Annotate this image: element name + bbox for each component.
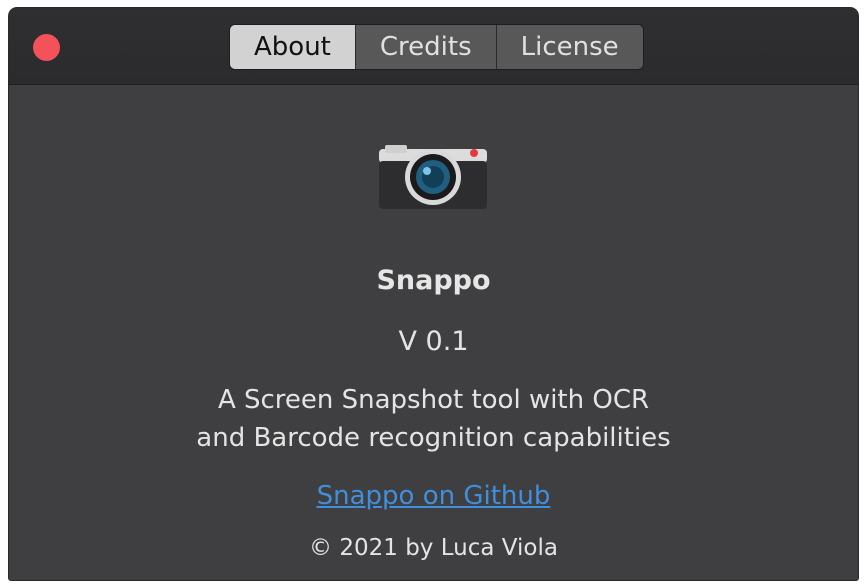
description-line-2: and Barcode recognition capabilities bbox=[196, 423, 671, 453]
about-dialog-window: About Credits License Snappo V 0.1 A Scr… bbox=[9, 8, 858, 580]
tab-credits[interactable]: Credits bbox=[355, 25, 497, 69]
app-description: A Screen Snapshot tool with OCR and Barc… bbox=[9, 381, 858, 457]
close-icon[interactable] bbox=[33, 34, 60, 61]
description-line-1: A Screen Snapshot tool with OCR bbox=[217, 385, 650, 415]
camera-icon bbox=[379, 145, 487, 209]
tab-license[interactable]: License bbox=[496, 25, 643, 69]
about-panel: Snappo V 0.1 A Screen Snapshot tool with… bbox=[9, 85, 858, 580]
title-bar: About Credits License bbox=[9, 8, 858, 85]
tab-switcher: About Credits License bbox=[229, 24, 644, 70]
copyright-text: © 2021 by Luca Viola bbox=[309, 535, 558, 561]
github-link-row: Snappo on Github bbox=[9, 481, 858, 511]
app-version: V 0.1 bbox=[398, 326, 469, 357]
app-name: Snappo bbox=[376, 265, 491, 296]
tab-about[interactable]: About bbox=[230, 25, 356, 69]
github-link[interactable]: Snappo on Github bbox=[317, 481, 551, 511]
